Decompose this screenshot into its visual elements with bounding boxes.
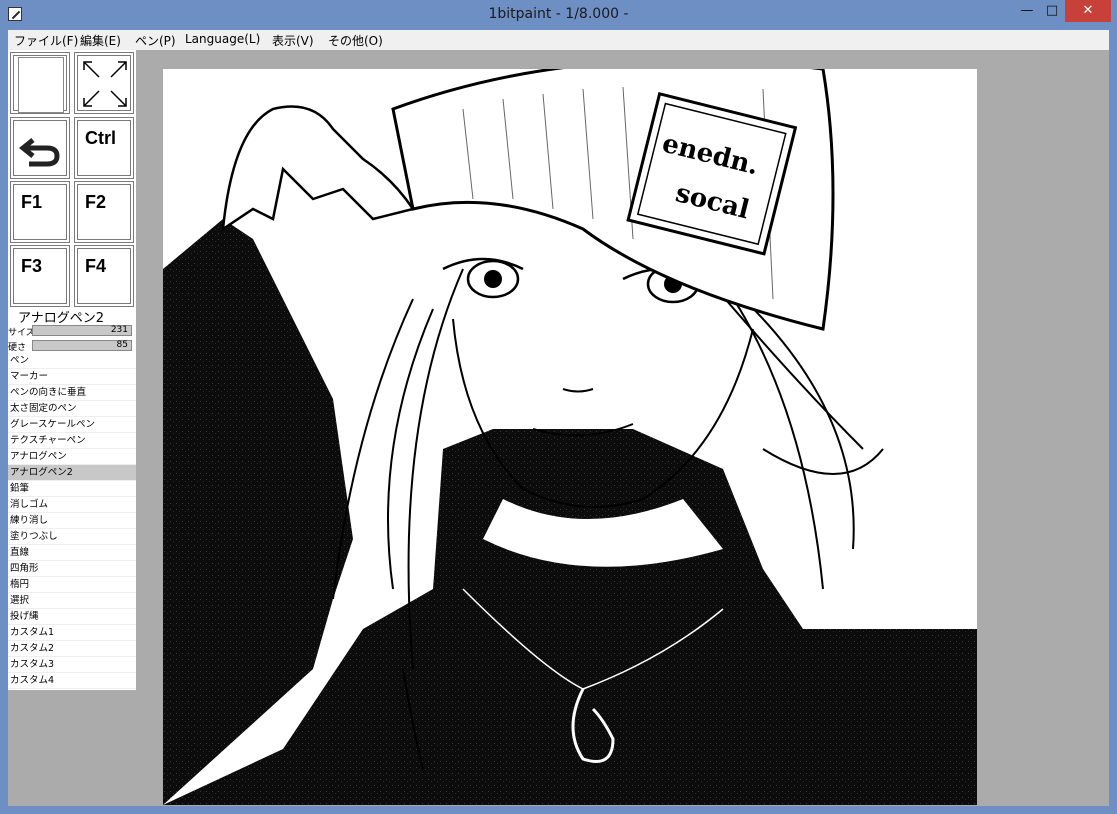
- color-swatch-button[interactable]: [10, 52, 70, 114]
- hardness-label: 硬さ: [8, 343, 27, 353]
- f1-button[interactable]: F1: [10, 181, 70, 243]
- pen-list-item[interactable]: 直線: [8, 545, 136, 561]
- canvas-illustration: enedn. socal: [163, 69, 977, 805]
- hardness-value: 85: [116, 340, 128, 350]
- pen-list-item[interactable]: 塗りつぶし: [8, 529, 136, 545]
- pen-list-item[interactable]: 鉛筆: [8, 481, 136, 497]
- pen-list-item[interactable]: グレースケールペン: [8, 417, 136, 433]
- menu-view[interactable]: 表示(V): [272, 32, 314, 49]
- pen-list-item[interactable]: アナログペン2: [8, 465, 136, 481]
- pen-list-item[interactable]: カスタム1: [8, 625, 136, 641]
- pen-list-item[interactable]: テクスチャーペン: [8, 433, 136, 449]
- f3-button[interactable]: F3: [10, 245, 70, 307]
- undo-button[interactable]: [10, 117, 70, 179]
- pen-list-item[interactable]: 太さ固定のペン: [8, 401, 136, 417]
- size-slider[interactable]: 231: [32, 325, 132, 336]
- f1-label: F1: [21, 192, 43, 212]
- pen-list-item[interactable]: カスタム4: [8, 673, 136, 689]
- title-bar[interactable]: 1bitpaint - 1/8.000 - — □ ✕: [0, 0, 1117, 30]
- size-label: サイズ: [8, 328, 35, 338]
- drawing-canvas[interactable]: enedn. socal: [163, 69, 977, 805]
- pen-list-item[interactable]: マーカー: [8, 369, 136, 385]
- pen-list-item[interactable]: カスタム3: [8, 657, 136, 673]
- menu-pen[interactable]: ペン(P): [135, 32, 176, 49]
- pen-list: ペン マーカー ペンの向きに垂直 太さ固定のペン グレースケールペン テクスチャーペン アナ…: [8, 353, 136, 689]
- window-title: 1bitpaint - 1/8.000 -: [488, 6, 629, 22]
- undo-icon: [18, 138, 60, 167]
- pen-list-item[interactable]: 四角形: [8, 561, 136, 577]
- f3-label: F3: [21, 256, 43, 276]
- pen-list-item[interactable]: ペンの向きに垂直: [8, 385, 136, 401]
- color-swatch: [18, 57, 64, 113]
- workspace: Ctrl F1 F2 F3 F4 アナログペン2 サイズ 231 硬さ 85 ペ…: [8, 50, 1109, 806]
- menu-other[interactable]: その他(O): [328, 32, 383, 49]
- f2-button[interactable]: F2: [74, 181, 134, 243]
- f2-label: F2: [85, 192, 107, 212]
- pen-list-item[interactable]: 練り消し: [8, 513, 136, 529]
- menu-edit[interactable]: 編集(E): [80, 32, 121, 49]
- ctrl-button[interactable]: Ctrl: [74, 117, 134, 179]
- pen-list-item[interactable]: 投げ縄: [8, 609, 136, 625]
- app-window: 1bitpaint - 1/8.000 - — □ ✕ ファイル(F) 編集(E…: [0, 0, 1117, 814]
- pen-list-item[interactable]: ペン: [8, 353, 136, 369]
- fullscreen-button[interactable]: [74, 52, 134, 114]
- pen-list-item[interactable]: アナログペン: [8, 449, 136, 465]
- pen-list-item[interactable]: 選択: [8, 593, 136, 609]
- menu-language[interactable]: Language(L): [185, 32, 260, 46]
- tool-panel: Ctrl F1 F2 F3 F4 アナログペン2 サイズ 231 硬さ 85 ペ…: [8, 50, 136, 690]
- pen-list-item[interactable]: 楕円: [8, 577, 136, 593]
- expand-icon: [83, 61, 127, 107]
- menu-file[interactable]: ファイル(F): [14, 32, 78, 49]
- current-pen-name: アナログペン2: [18, 311, 105, 326]
- ctrl-label: Ctrl: [85, 128, 116, 148]
- pen-list-item[interactable]: カスタム2: [8, 641, 136, 657]
- f4-button[interactable]: F4: [74, 245, 134, 307]
- pen-list-item[interactable]: 消しゴム: [8, 497, 136, 513]
- f4-label: F4: [85, 256, 107, 276]
- hardness-slider[interactable]: 85: [32, 340, 132, 351]
- menu-bar: ファイル(F) 編集(E) ペン(P) Language(L) 表示(V) その…: [8, 30, 1109, 50]
- close-button[interactable]: ✕: [1065, 0, 1111, 22]
- maximize-button[interactable]: □: [1037, 0, 1067, 22]
- size-value: 231: [110, 325, 128, 335]
